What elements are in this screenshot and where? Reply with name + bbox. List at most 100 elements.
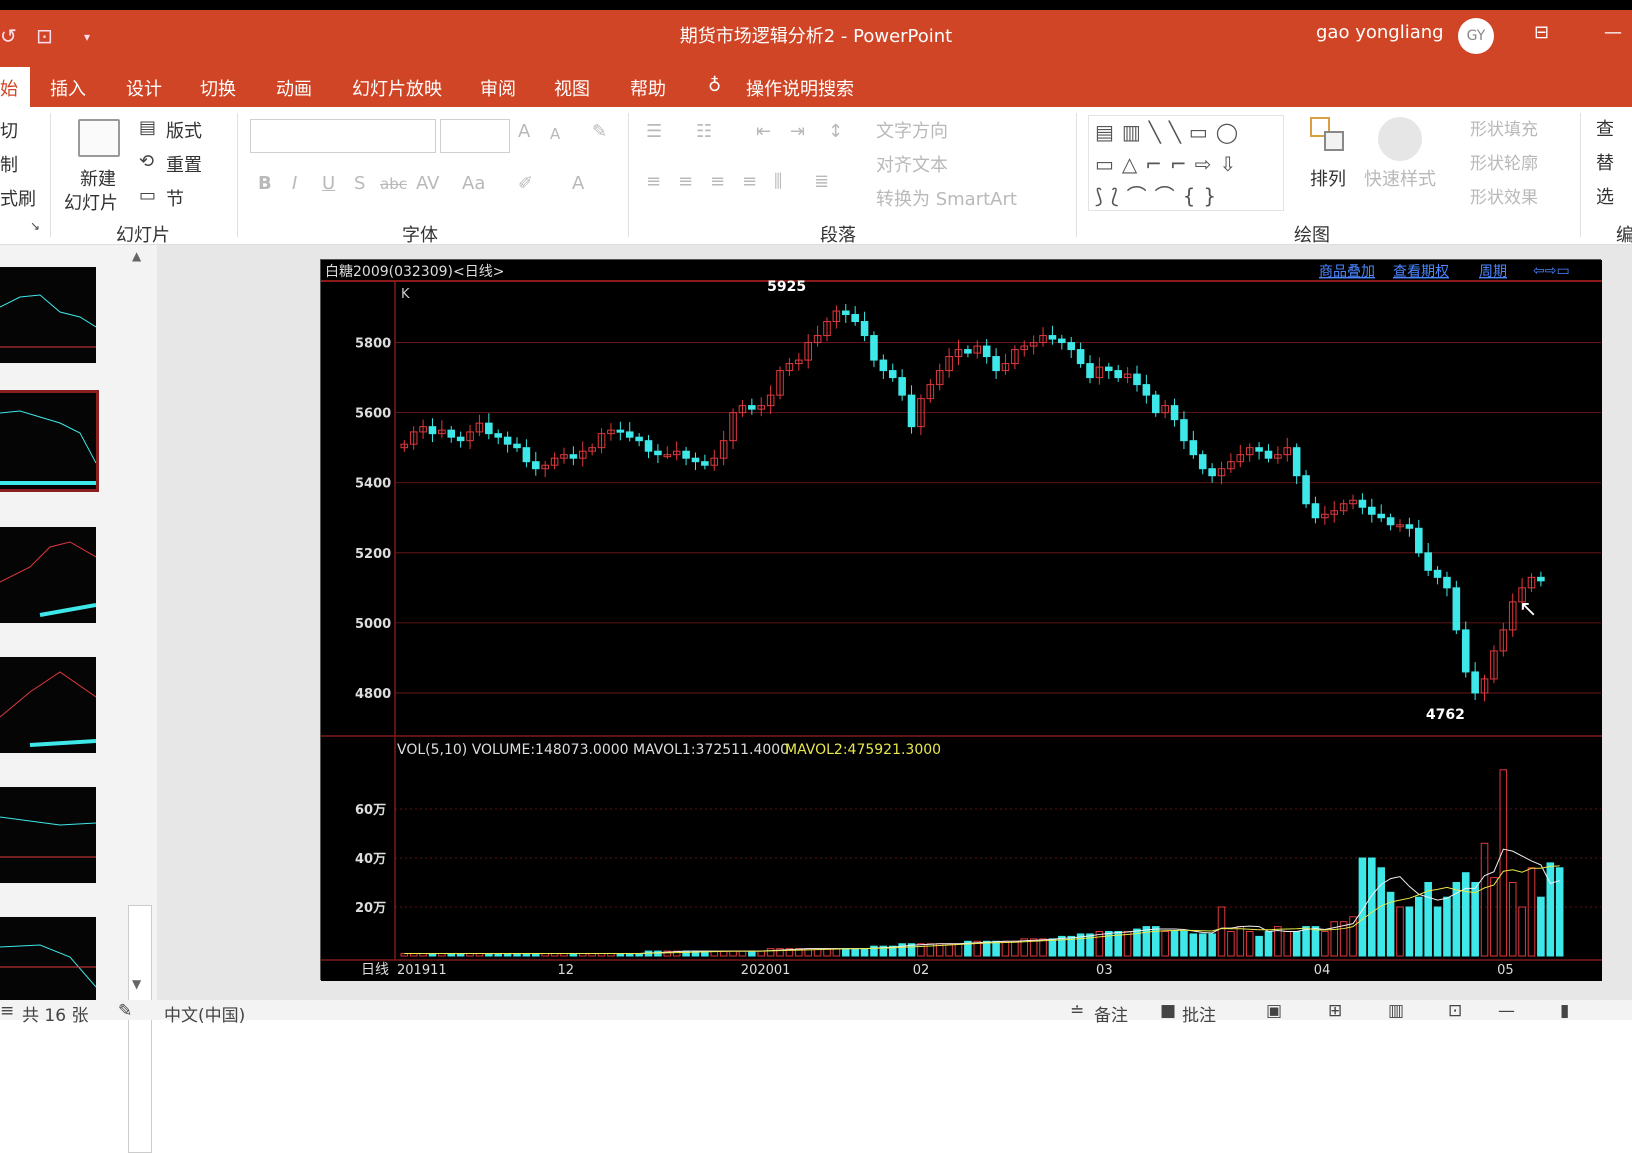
grow-font-button[interactable]: A: [518, 121, 530, 142]
zoom-slider[interactable]: ▮: [1560, 1001, 1569, 1021]
tab-transitions[interactable]: 切换: [200, 75, 236, 101]
comments-icon[interactable]: ■: [1160, 1001, 1176, 1021]
increase-indent-icon[interactable]: ⇥: [790, 121, 805, 142]
arrange-icon[interactable]: [1310, 117, 1348, 155]
tab-view[interactable]: 视图: [554, 75, 590, 101]
options-link[interactable]: 查看期权: [1393, 264, 1449, 280]
convert-smartart-button[interactable]: 转换为 SmartArt: [876, 185, 1017, 211]
tab-insert[interactable]: 插入: [50, 75, 86, 101]
align-left-icon[interactable]: ≡: [646, 171, 661, 192]
overlay-link[interactable]: 商品叠加: [1319, 264, 1375, 280]
quick-styles-icon[interactable]: [1378, 117, 1422, 161]
volume-bar: [1368, 857, 1376, 957]
bold-button[interactable]: B: [258, 173, 272, 194]
candle-body: [522, 447, 531, 463]
select-button[interactable]: 选: [1596, 183, 1614, 209]
reset-button[interactable]: 重置: [166, 151, 202, 177]
tab-help[interactable]: 帮助: [630, 75, 666, 101]
tab-animations[interactable]: 动画: [276, 75, 312, 101]
layout-button[interactable]: 版式: [166, 117, 202, 143]
shape-outline-button[interactable]: 形状轮廓: [1470, 149, 1538, 174]
slide-canvas[interactable]: 白糖2009(032309)<日线> 商品叠加 查看期权 周期 ⇦⇨▭ K 58…: [320, 259, 1602, 981]
font-color-button[interactable]: A: [572, 173, 584, 194]
tab-home[interactable]: 始: [0, 67, 30, 107]
tab-review[interactable]: 审阅: [480, 75, 516, 101]
columns-icon[interactable]: ⫼: [774, 171, 782, 192]
text-direction-button[interactable]: 文字方向: [876, 117, 948, 143]
arrange-button[interactable]: 排列: [1310, 165, 1346, 191]
clear-format-icon[interactable]: ✎: [592, 121, 607, 142]
tell-me-search[interactable]: 操作说明搜索: [746, 75, 854, 101]
shape-fill-button[interactable]: 形状填充: [1470, 115, 1538, 140]
font-size-select[interactable]: [440, 119, 510, 153]
candle-body: [1255, 447, 1263, 452]
align-center-icon[interactable]: ≡: [678, 171, 693, 192]
align-right-icon[interactable]: ≡: [710, 171, 725, 192]
slide-thumbnail[interactable]: [0, 787, 96, 883]
highlight-icon[interactable]: ✐: [518, 173, 533, 194]
italic-button[interactable]: I: [292, 173, 297, 194]
scroll-down-icon[interactable]: ▼: [132, 977, 141, 991]
user-name[interactable]: gao yongliang: [1316, 22, 1444, 43]
section-button[interactable]: 节: [166, 185, 184, 211]
underline-button[interactable]: U: [322, 173, 335, 194]
strikethrough-button[interactable]: abc: [380, 175, 407, 193]
period-link[interactable]: 周期: [1479, 264, 1507, 280]
paragraph-align-icon[interactable]: ≣: [814, 171, 829, 192]
proofing-icon[interactable]: ✎: [118, 1001, 132, 1021]
candle-body: [1461, 629, 1470, 673]
ribbon-home: 切 制 式刷 ↘ 新建 幻灯片 ▤ 版式 ⟲ 重置 ▭ 节 幻灯片 A A ✎ …: [0, 107, 1632, 246]
slide-sorter-icon[interactable]: ⊞: [1328, 1001, 1342, 1021]
format-painter-button[interactable]: 式刷: [0, 185, 36, 211]
scroll-up-icon[interactable]: ▲: [132, 249, 141, 263]
volume-bar: [1405, 906, 1414, 957]
shadow-button[interactable]: S: [354, 173, 365, 194]
tab-slideshow[interactable]: 幻灯片放映: [352, 75, 442, 101]
change-case-button[interactable]: Aa: [462, 173, 485, 194]
char-spacing-button[interactable]: AV: [416, 173, 439, 194]
notes-button[interactable]: 备注: [1094, 1001, 1128, 1026]
new-slide-icon[interactable]: [78, 119, 120, 157]
avatar[interactable]: GY: [1458, 18, 1494, 54]
new-slide-label[interactable]: 新建: [80, 165, 116, 191]
shape-effects-button[interactable]: 形状效果: [1470, 183, 1538, 208]
slide-thumbnail[interactable]: [0, 267, 96, 363]
copy-button[interactable]: 制: [0, 151, 18, 177]
font-family-select[interactable]: [250, 119, 436, 153]
minimize-icon[interactable]: —: [1604, 22, 1622, 43]
find-button[interactable]: 查: [1596, 115, 1614, 141]
slide-thumbnail-selected[interactable]: [0, 390, 99, 492]
candle-body: [1471, 671, 1479, 694]
notes-icon[interactable]: ≐: [1070, 1001, 1084, 1021]
align-text-button[interactable]: 对齐文本: [876, 151, 948, 177]
reading-view-icon[interactable]: ▥: [1388, 1001, 1404, 1021]
chart-window-controls-icon[interactable]: ⇦⇨▭: [1533, 263, 1570, 279]
clipboard-launcher-icon[interactable]: ↘: [30, 219, 40, 233]
zoom-out-icon[interactable]: —: [1498, 1001, 1515, 1021]
justify-icon[interactable]: ≡: [742, 171, 757, 192]
new-slide-dropdown[interactable]: 幻灯片: [64, 189, 118, 215]
cut-button[interactable]: 切: [0, 117, 18, 143]
shapes-gallery[interactable]: ▤▥╲╲▭◯ ▭△⌐⌐⇨⇩ ⟆⟅⌒⌒{}: [1088, 115, 1284, 211]
normal-view-icon[interactable]: ▣: [1266, 1001, 1282, 1021]
slide-thumbnail[interactable]: [0, 657, 96, 753]
replace-button[interactable]: 替: [1596, 149, 1614, 175]
quick-styles-button[interactable]: 快速样式: [1364, 165, 1436, 191]
ribbon-display-options-icon[interactable]: ⊟: [1534, 22, 1549, 43]
language[interactable]: 中文(中国): [164, 1001, 245, 1026]
slide-thumbnail[interactable]: [0, 527, 96, 623]
y-tick-label: 4800: [355, 687, 391, 702]
slide-thumbnail[interactable]: [0, 917, 96, 1013]
x-axis-label: 日线: [361, 962, 389, 978]
candle-body: [1377, 513, 1385, 519]
shrink-font-button[interactable]: A: [550, 125, 560, 143]
tab-design[interactable]: 设计: [126, 75, 162, 101]
bullets-icon[interactable]: ☰: [646, 121, 662, 142]
candle-body: [456, 436, 465, 442]
slideshow-view-icon[interactable]: ⊡: [1448, 1001, 1462, 1021]
line-spacing-icon[interactable]: ↕: [828, 121, 843, 142]
numbering-icon[interactable]: ☷: [696, 121, 712, 142]
thumbnail-scrollbar[interactable]: [128, 905, 152, 1153]
comments-button[interactable]: 批注: [1182, 1001, 1216, 1026]
decrease-indent-icon[interactable]: ⇤: [756, 121, 771, 142]
